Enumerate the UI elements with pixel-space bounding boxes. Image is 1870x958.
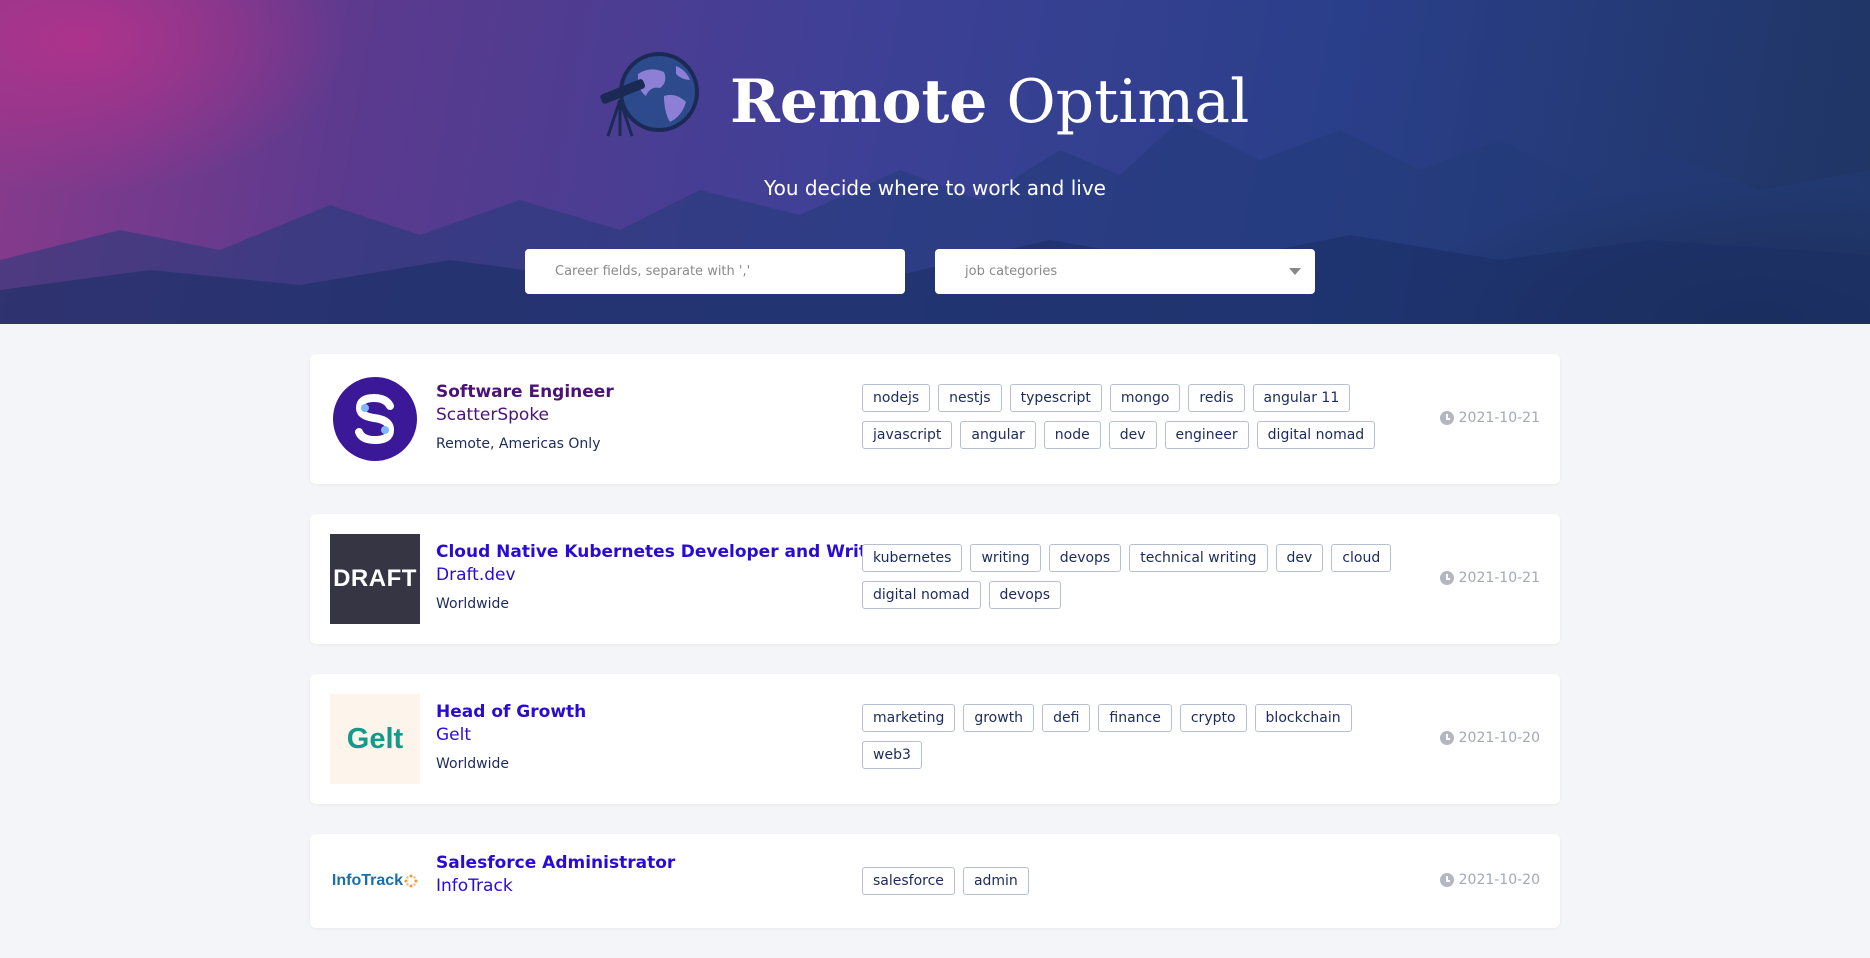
tag[interactable]: dev: [1108, 421, 1157, 449]
job-location: Worldwide: [436, 596, 509, 612]
clock-icon: [1439, 571, 1454, 585]
posted-date: 2021-10-20: [1439, 872, 1540, 888]
infotrack-logo-text: InfoTrack: [331, 872, 404, 889]
clock-icon: [1439, 411, 1454, 425]
job-location: Worldwide: [436, 756, 509, 772]
tag[interactable]: crypto: [1179, 704, 1247, 732]
job-title[interactable]: Software Engineer: [436, 381, 856, 403]
job-categories-select[interactable]: job categories: [935, 249, 1315, 294]
scatterspoke-logo: [330, 374, 420, 464]
tag-list: nodejs nestjs typescript mongo redis ang…: [862, 384, 1402, 449]
infotrack-logo: InfoTrack: [330, 844, 420, 918]
company-name[interactable]: InfoTrack: [436, 875, 856, 897]
posted-date-text: 2021-10-20: [1458, 730, 1540, 746]
tag[interactable]: cloud: [1331, 544, 1392, 572]
career-fields-input[interactable]: [525, 249, 905, 294]
tag-list: salesforce admin: [862, 867, 1402, 895]
infotrack-dots-icon: [404, 874, 418, 888]
tag[interactable]: admin: [962, 867, 1029, 895]
tag[interactable]: marketing: [862, 704, 956, 732]
posted-date-text: 2021-10-20: [1458, 872, 1540, 888]
tag[interactable]: digital nomad: [862, 581, 981, 609]
gelt-logo: Gelt: [330, 694, 420, 784]
posted-date-text: 2021-10-21: [1458, 570, 1540, 586]
tag[interactable]: digital nomad: [1256, 421, 1376, 449]
tag[interactable]: salesforce: [862, 867, 955, 895]
site-title-light: Optimal: [1006, 67, 1250, 137]
tag[interactable]: mongo: [1109, 384, 1181, 412]
tag[interactable]: technical writing: [1129, 544, 1268, 572]
company-name[interactable]: Draft.dev: [436, 564, 856, 586]
posted-date: 2021-10-20: [1439, 730, 1540, 746]
tag[interactable]: kubernetes: [862, 544, 963, 572]
gelt-logo-text: Gelt: [346, 722, 404, 755]
tag[interactable]: dev: [1275, 544, 1324, 572]
tag[interactable]: javascript: [862, 421, 953, 449]
job-card[interactable]: InfoTrack Salesforce Administrator InfoT…: [310, 834, 1560, 928]
tag[interactable]: growth: [963, 704, 1035, 732]
job-card[interactable]: Software Engineer ScatterSpoke Remote, A…: [310, 354, 1560, 484]
site-title-bold: Remote: [730, 67, 988, 137]
posted-date: 2021-10-21: [1439, 570, 1540, 586]
tag[interactable]: nodejs: [862, 384, 931, 412]
job-title[interactable]: Salesforce Administrator: [436, 852, 856, 874]
tag[interactable]: writing: [970, 544, 1041, 572]
tag[interactable]: blockchain: [1254, 704, 1352, 732]
site-title[interactable]: Remote Optimal: [730, 66, 1249, 138]
job-categories-placeholder: job categories: [965, 264, 1058, 279]
tag[interactable]: engineer: [1164, 421, 1249, 449]
tag[interactable]: nestjs: [938, 384, 1002, 412]
job-list: Software Engineer ScatterSpoke Remote, A…: [310, 354, 1560, 958]
tag-list: kubernetes writing devops technical writ…: [862, 544, 1402, 609]
clock-icon: [1439, 873, 1454, 887]
tag[interactable]: devops: [988, 581, 1062, 609]
job-card[interactable]: Gelt Head of Growth Gelt Worldwide marke…: [310, 674, 1560, 804]
tag[interactable]: finance: [1098, 704, 1172, 732]
tag[interactable]: devops: [1048, 544, 1122, 572]
tag-list: marketing growth defi finance crypto blo…: [862, 704, 1402, 769]
posted-date-text: 2021-10-21: [1458, 410, 1540, 426]
tag[interactable]: typescript: [1009, 384, 1102, 412]
job-title[interactable]: Cloud Native Kubernetes Developer and Wr…: [436, 541, 887, 563]
draft-logo-text: DRAFT: [333, 565, 417, 592]
tag[interactable]: redis: [1188, 384, 1245, 412]
tagline: You decide where to work and live: [764, 176, 1106, 200]
tag[interactable]: node: [1043, 421, 1101, 449]
company-name[interactable]: ScatterSpoke: [436, 404, 856, 426]
posted-date: 2021-10-21: [1439, 410, 1540, 426]
job-title[interactable]: Head of Growth: [436, 701, 856, 723]
telescope-globe-icon[interactable]: [594, 52, 704, 140]
clock-icon: [1439, 731, 1454, 745]
tag[interactable]: angular 11: [1252, 384, 1351, 412]
tag[interactable]: defi: [1042, 704, 1091, 732]
hero-banner: Remote Optimal You decide where to work …: [0, 0, 1870, 324]
job-card[interactable]: DRAFT Cloud Native Kubernetes Developer …: [310, 514, 1560, 644]
draft-dev-logo: DRAFT: [330, 534, 420, 624]
tag[interactable]: angular: [960, 421, 1036, 449]
chevron-down-icon: [1289, 268, 1301, 275]
job-location: Remote, Americas Only: [436, 436, 601, 452]
company-name[interactable]: Gelt: [436, 724, 856, 746]
tag[interactable]: web3: [862, 741, 922, 769]
